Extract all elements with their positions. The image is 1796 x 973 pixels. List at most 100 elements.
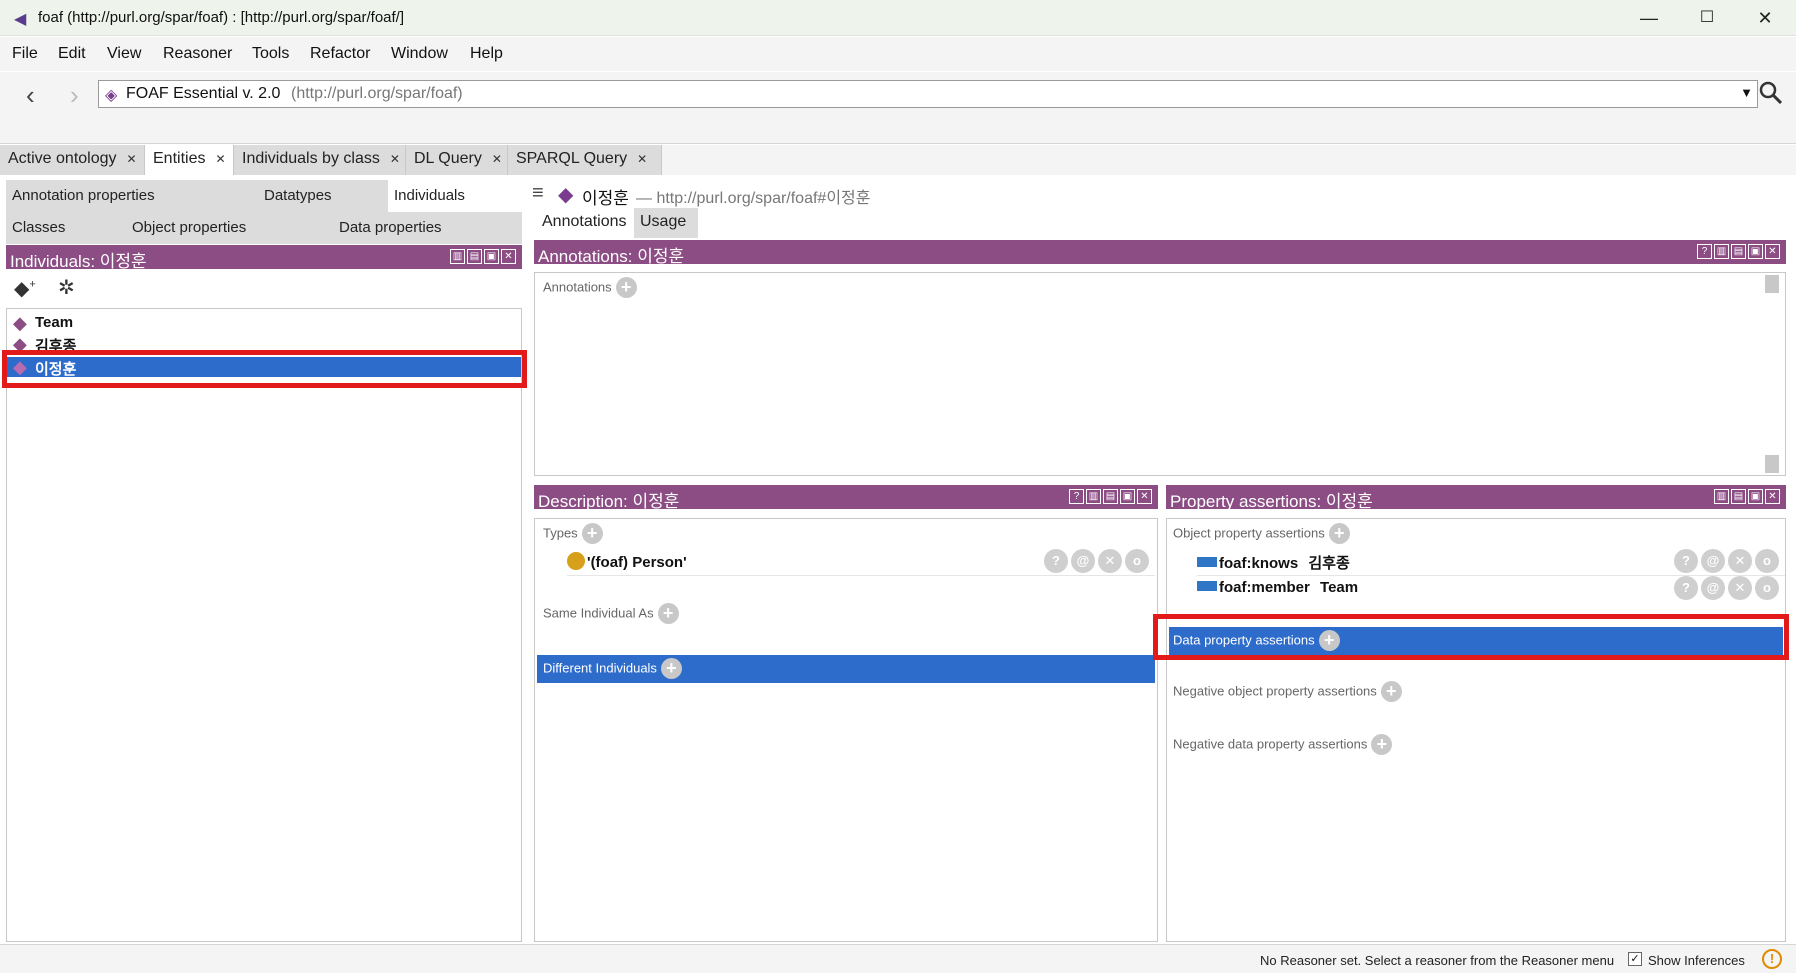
maximize-view-icon[interactable]: ▣ <box>1120 489 1135 504</box>
close-tab-icon[interactable]: ✕ <box>215 152 225 166</box>
add-negative-object-assertion-icon[interactable]: + <box>1380 681 1402 702</box>
dropdown-arrow-icon[interactable]: ▼ <box>1740 85 1753 100</box>
explain-icon[interactable]: ? <box>1674 576 1698 600</box>
menu-view[interactable]: View <box>107 45 141 63</box>
ontology-name: FOAF Essential v. 2.0 <box>126 85 281 102</box>
annotate-icon[interactable]: @ <box>1701 576 1725 600</box>
annotate-icon[interactable]: @ <box>1071 549 1095 573</box>
different-individuals-section[interactable]: Different Individuals + <box>537 655 1155 683</box>
close-view-icon[interactable]: ✕ <box>501 249 516 264</box>
subtab-datatypes[interactable]: Datatypes <box>258 180 388 212</box>
add-type-icon[interactable]: + <box>581 523 603 544</box>
split-horizontal-icon[interactable]: ▤ <box>1731 244 1746 259</box>
tab-label: Individuals by class <box>242 150 380 167</box>
delete-icon[interactable]: ✕ <box>1728 549 1752 573</box>
annotations-section: Annotations + <box>543 277 637 298</box>
add-negative-data-assertion-icon[interactable]: + <box>1371 734 1393 755</box>
split-vertical-icon[interactable]: ▥ <box>1086 489 1101 504</box>
entity-subtabs-row-1: Annotation properties Datatypes Individu… <box>6 180 522 212</box>
menu-edit[interactable]: Edit <box>58 45 86 63</box>
subtab-classes[interactable]: Classes <box>6 212 120 244</box>
close-tab-icon[interactable]: ✕ <box>390 152 400 166</box>
add-individual-icon[interactable]: ◆+ <box>14 276 36 301</box>
edit-icon[interactable]: o <box>1755 576 1779 600</box>
menu-bar: File Edit View Reasoner Tools Refactor W… <box>0 37 1796 71</box>
tab-dl-query[interactable]: DL Query ✕ <box>406 145 508 175</box>
scrollbar-thumb[interactable] <box>1765 455 1779 473</box>
split-horizontal-icon[interactable]: ▤ <box>1731 489 1746 504</box>
delete-icon[interactable]: ✕ <box>1728 576 1752 600</box>
object-property-assertions-section: Object property assertions + <box>1173 523 1350 544</box>
help-icon[interactable]: ? <box>1697 244 1712 259</box>
object-assertion-row[interactable]: foaf:knows 김후종 ? @ ✕ o <box>1197 549 1785 576</box>
maximize-view-icon[interactable]: ▣ <box>1748 489 1763 504</box>
maximize-view-icon[interactable]: ▣ <box>1748 244 1763 259</box>
menu-refactor[interactable]: Refactor <box>310 45 370 63</box>
tab-usage[interactable]: Usage <box>634 208 698 238</box>
tab-entities[interactable]: Entities ✕ <box>145 145 234 175</box>
subtab-object-properties[interactable]: Object properties <box>120 212 333 244</box>
split-horizontal-icon[interactable]: ▤ <box>1103 489 1118 504</box>
section-label: Annotations <box>543 279 612 295</box>
subtab-data-properties[interactable]: Data properties <box>333 212 522 244</box>
search-icon[interactable] <box>1758 80 1788 108</box>
minimize-button[interactable]: — <box>1626 4 1672 32</box>
entity-subtabs-row-2: Classes Object properties Data propertie… <box>6 212 522 244</box>
object-assertion-row[interactable]: foaf:member Team ? @ ✕ o <box>1197 576 1785 603</box>
property-name: foaf:knows <box>1219 555 1299 572</box>
tab-active-ontology[interactable]: Active ontology ✕ <box>0 145 145 175</box>
close-button[interactable]: ✕ <box>1742 4 1788 32</box>
add-object-property-assertion-icon[interactable]: + <box>1328 523 1350 544</box>
annotate-icon[interactable]: @ <box>1701 549 1725 573</box>
subtab-annotation-properties[interactable]: Annotation properties <box>6 180 258 212</box>
close-tab-icon[interactable]: ✕ <box>637 152 647 166</box>
help-icon[interactable]: ? <box>1069 489 1084 504</box>
show-inferences-checkbox[interactable]: ✓ <box>1628 952 1642 966</box>
menu-tools[interactable]: Tools <box>252 45 289 63</box>
warning-icon[interactable]: ! <box>1762 949 1782 969</box>
menu-window[interactable]: Window <box>391 45 448 63</box>
explain-icon[interactable]: ? <box>1674 549 1698 573</box>
maximize-button[interactable]: ☐ <box>1684 4 1730 32</box>
split-vertical-icon[interactable]: ▥ <box>1714 244 1729 259</box>
split-vertical-icon[interactable]: ▥ <box>450 249 465 264</box>
close-view-icon[interactable]: ✕ <box>1137 489 1152 504</box>
ontology-selector[interactable]: ◈ FOAF Essential v. 2.0 (http://purl.org… <box>98 80 1758 108</box>
add-same-individual-icon[interactable]: + <box>657 603 679 624</box>
add-annotation-icon[interactable]: + <box>615 277 637 298</box>
close-view-icon[interactable]: ✕ <box>1765 244 1780 259</box>
menu-file[interactable]: File <box>12 45 38 63</box>
tab-annotations[interactable]: Annotations <box>536 208 634 238</box>
menu-help[interactable]: Help <box>470 45 503 63</box>
back-arrow-icon[interactable]: ‹ <box>26 80 35 111</box>
types-section: Types + <box>543 523 603 544</box>
subtab-individuals[interactable]: Individuals <box>388 180 522 212</box>
row-buttons: ? @ ✕ o <box>1674 576 1779 600</box>
type-row[interactable]: '(foaf) Person' ? @ ✕ o <box>567 549 1155 576</box>
forward-arrow-icon[interactable]: › <box>70 80 79 111</box>
list-item[interactable]: ◆ Team <box>7 313 521 333</box>
edit-icon[interactable]: o <box>1755 549 1779 573</box>
maximize-view-icon[interactable]: ▣ <box>484 249 499 264</box>
section-label: Object property assertions <box>1173 525 1325 541</box>
view-controls: ? ▥ ▤ ▣ ✕ <box>1069 489 1152 504</box>
menu-reasoner[interactable]: Reasoner <box>163 45 232 63</box>
explain-icon[interactable]: ? <box>1044 549 1068 573</box>
tab-individuals-by-class[interactable]: Individuals by class ✕ <box>234 145 406 175</box>
delete-icon[interactable]: ✕ <box>1098 549 1122 573</box>
hamburger-icon[interactable]: ≡ <box>532 182 544 205</box>
split-horizontal-icon[interactable]: ▤ <box>467 249 482 264</box>
split-vertical-icon[interactable]: ▥ <box>1714 489 1729 504</box>
property-value: 김후종 <box>1308 555 1350 572</box>
add-different-individual-icon[interactable]: + <box>660 658 682 679</box>
annotations-panel: Annotations + <box>534 272 1786 476</box>
row-buttons: ? @ ✕ o <box>1044 549 1149 573</box>
close-tab-icon[interactable]: ✕ <box>492 152 502 166</box>
delete-individual-icon[interactable]: ✲ <box>58 275 75 300</box>
scrollbar-thumb[interactable] <box>1765 275 1779 293</box>
close-view-icon[interactable]: ✕ <box>1765 489 1780 504</box>
tab-sparql-query[interactable]: SPARQL Query ✕ <box>508 145 662 175</box>
close-tab-icon[interactable]: ✕ <box>127 152 137 166</box>
edit-icon[interactable]: o <box>1125 549 1149 573</box>
property-name: foaf:member <box>1219 579 1310 596</box>
